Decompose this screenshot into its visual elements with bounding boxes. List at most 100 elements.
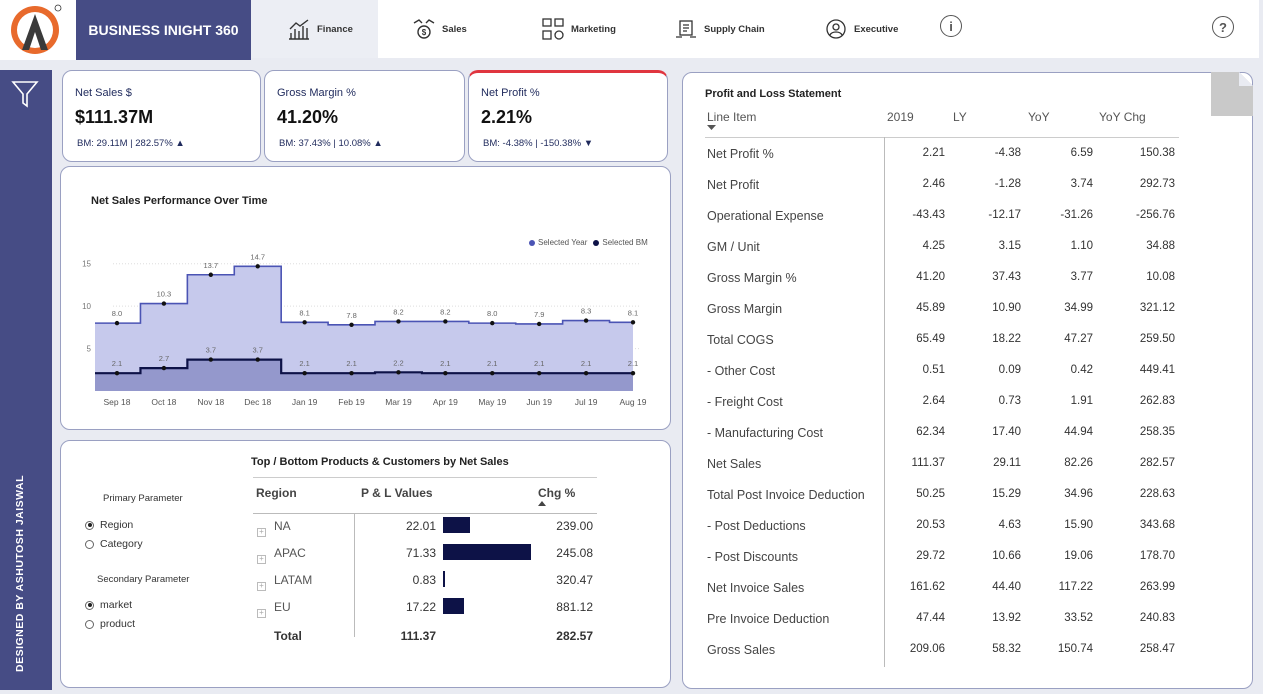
pl-line-item[interactable]: - Post Discounts <box>707 550 798 564</box>
sort-descending-icon[interactable] <box>538 500 546 506</box>
data-point <box>208 357 214 362</box>
column-header-pl-values[interactable]: P & L Values <box>361 486 433 500</box>
pl-line-item[interactable]: Pre Invoice Deduction <box>707 612 829 626</box>
data-label: 2.1 <box>299 359 309 368</box>
kpi-card-net-sales[interactable]: Net Sales $ $111.37M BM: 29.11M | 282.57… <box>62 70 261 162</box>
pl-2019-value: 2.64 <box>922 395 945 407</box>
pl-2019-value: 47.44 <box>916 612 945 624</box>
column-header-region[interactable]: Region <box>256 486 297 500</box>
tab-marketing[interactable]: Marketing <box>541 0 631 58</box>
pl-statement-card: Profit and Loss Statement Line Item 2019… <box>682 72 1253 689</box>
tab-supply-chain[interactable]: Supply Chain <box>674 0 774 58</box>
expand-icon[interactable]: + <box>257 548 266 566</box>
radio-label: product <box>100 618 136 630</box>
pl-2019-value: 62.34 <box>916 426 945 438</box>
pl-ly-value: 4.63 <box>998 519 1021 531</box>
pl-yoy-chg-value: 34.88 <box>1146 240 1175 252</box>
radio-region[interactable]: Region <box>85 519 133 531</box>
expand-icon[interactable]: + <box>257 602 266 620</box>
kpi-title: Gross Margin % <box>277 87 356 99</box>
pl-value: 17.22 <box>405 600 436 614</box>
kpi-card-net-profit[interactable]: Net Profit % 2.21% BM: -4.38% | -150.38%… <box>468 70 668 162</box>
pl-line-item[interactable]: Net Profit % <box>707 147 774 161</box>
expand-icon[interactable]: + <box>257 575 266 593</box>
pl-ly-value: 3.15 <box>998 240 1021 252</box>
region-name[interactable]: EU <box>274 600 291 614</box>
primary-parameter-title: Primary Parameter <box>103 493 183 504</box>
column-header-line-item[interactable]: Line Item <box>707 110 756 124</box>
pl-yoy-value: 47.27 <box>1064 333 1093 345</box>
data-label: 8.0 <box>112 309 122 318</box>
data-label: 8.2 <box>393 307 403 316</box>
expand-icon[interactable]: + <box>257 521 266 539</box>
pl-2019-value: 0.51 <box>922 364 945 376</box>
radio-label: Category <box>100 538 143 550</box>
pl-line-item[interactable]: Total Post Invoice Deduction <box>707 488 865 502</box>
pl-line-item[interactable]: - Manufacturing Cost <box>707 426 823 440</box>
region-name[interactable]: LATAM <box>274 573 312 587</box>
region-name[interactable]: APAC <box>274 546 306 560</box>
pl-yoy-chg-value: 321.12 <box>1139 302 1175 314</box>
sort-descending-icon[interactable] <box>707 125 716 131</box>
tab-sales[interactable]: $ Sales <box>412 0 492 58</box>
column-header-yoy[interactable]: YoY <box>1028 110 1050 124</box>
pl-line-item[interactable]: GM / Unit <box>707 240 760 254</box>
value-bar[interactable] <box>443 571 445 587</box>
radio-indicator <box>85 520 94 530</box>
data-label: 8.1 <box>299 308 309 317</box>
pl-line-item[interactable]: Gross Margin <box>707 302 782 316</box>
radio-indicator <box>85 539 94 549</box>
info-button[interactable]: i <box>940 15 962 37</box>
column-header-chg[interactable]: Chg % <box>538 486 575 500</box>
x-tick-label: Jul 19 <box>575 397 598 407</box>
radio-market[interactable]: market <box>85 599 132 611</box>
tab-finance[interactable]: Finance <box>251 0 378 58</box>
pl-yoy-value: 3.74 <box>1070 178 1093 190</box>
pl-value: 22.01 <box>405 519 436 533</box>
help-button[interactable]: ? <box>1212 16 1234 38</box>
data-label: 8.2 <box>440 307 450 316</box>
data-point <box>114 370 120 376</box>
column-header-2019[interactable]: 2019 <box>887 110 914 124</box>
pl-line-item[interactable]: Gross Margin % <box>707 271 797 285</box>
tab-executive[interactable]: Executive <box>824 0 904 58</box>
radio-product[interactable]: product <box>85 618 135 630</box>
column-divider <box>354 513 355 637</box>
value-bar[interactable] <box>443 544 531 560</box>
pl-2019-value: 2.46 <box>922 178 945 190</box>
pl-line-item[interactable]: Net Invoice Sales <box>707 581 804 595</box>
pl-line-item[interactable]: Total COGS <box>707 333 774 347</box>
pl-value: 71.33 <box>405 546 436 560</box>
value-bar[interactable] <box>443 517 471 533</box>
kpi-card-gross-margin[interactable]: Gross Margin % 41.20% BM: 37.43% | 10.08… <box>264 70 465 162</box>
x-tick-label: Sep 18 <box>104 397 131 407</box>
pl-yoy-chg-value: 178.70 <box>1139 550 1175 562</box>
filter-icon[interactable] <box>10 78 40 110</box>
pl-line-item[interactable]: Net Profit <box>707 178 759 192</box>
column-header-ly[interactable]: LY <box>953 110 967 124</box>
pl-line-item[interactable]: - Post Deductions <box>707 519 806 533</box>
pl-yoy-value: 44.94 <box>1064 426 1093 438</box>
pl-yoy-chg-value: 228.63 <box>1139 488 1175 500</box>
page-fold-icon <box>1211 72 1253 116</box>
pl-yoy-value: 1.91 <box>1070 395 1093 407</box>
pl-ly-value: 17.40 <box>992 426 1021 438</box>
pl-line-item[interactable]: Operational Expense <box>707 209 824 223</box>
region-name[interactable]: NA <box>274 519 291 533</box>
data-label: 2.1 <box>112 359 122 368</box>
x-tick-label: May 19 <box>478 397 506 407</box>
pl-line-item[interactable]: Net Sales <box>707 457 761 471</box>
data-label: 2.1 <box>346 359 356 368</box>
data-point <box>396 319 401 324</box>
value-bar[interactable] <box>443 598 465 614</box>
data-point <box>490 370 495 376</box>
pl-line-item[interactable]: - Freight Cost <box>707 395 783 409</box>
executive-icon <box>826 19 846 39</box>
net-sales-chart[interactable]: 5 10 15 8.0 10.3 13.7 14.7 8.1 7.8 8.2 8.2 8.0 7.9 8.… <box>61 167 670 429</box>
data-label: 7.9 <box>534 310 544 319</box>
pl-line-item[interactable]: Gross Sales <box>707 643 775 657</box>
pl-line-item[interactable]: - Other Cost <box>707 364 775 378</box>
radio-category[interactable]: Category <box>85 538 143 550</box>
secondary-parameter-title: Secondary Parameter <box>97 574 190 585</box>
column-header-yoy-chg[interactable]: YoY Chg <box>1099 110 1146 124</box>
